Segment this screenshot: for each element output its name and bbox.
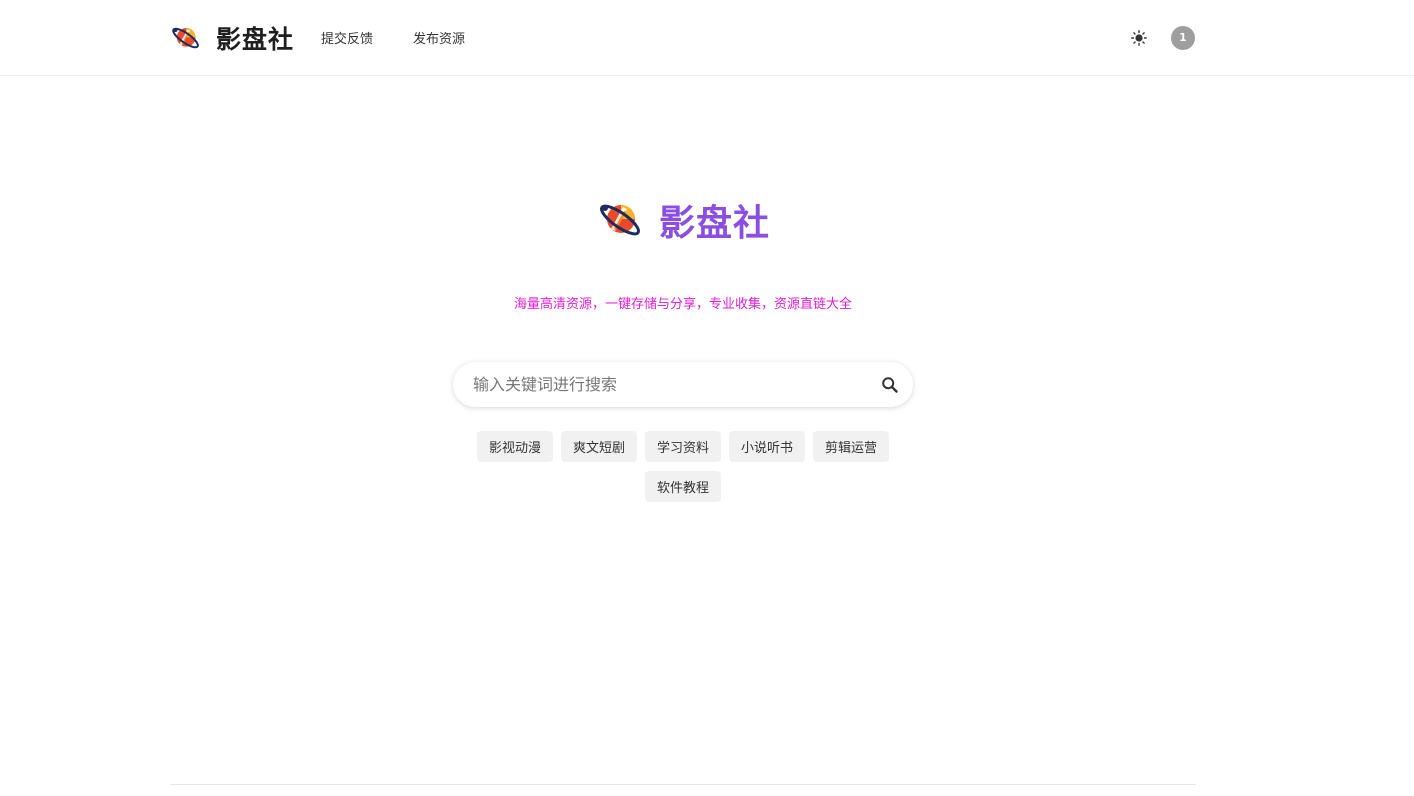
navbar-container: 影盘社 提交反馈 发布资源 1: [170, 0, 1196, 75]
search-button[interactable]: [867, 362, 913, 407]
category-chip-novel-audiobook[interactable]: 小说听书: [729, 431, 806, 462]
hero-title: 影盘社: [659, 203, 771, 244]
hero-brand: 影盘社: [597, 194, 770, 246]
top-navbar: 影盘社 提交反馈 发布资源 1: [0, 0, 1414, 76]
theme-toggle-button[interactable]: [1129, 28, 1149, 48]
sun-icon: [1131, 29, 1147, 46]
search-icon: [882, 376, 898, 393]
search-input[interactable]: [453, 362, 867, 407]
nav-submit-feedback[interactable]: 提交反馈: [321, 28, 373, 47]
planet-logo-icon: [172, 27, 199, 48]
brand-name: 影盘社: [216, 24, 295, 54]
main-nav: 提交反馈 发布资源: [321, 28, 505, 47]
nav-publish-resource[interactable]: 发布资源: [413, 28, 465, 47]
category-chip-editing-operation[interactable]: 剪辑运营: [813, 431, 890, 462]
header-actions: 1: [1129, 25, 1196, 50]
brand-link[interactable]: 影盘社: [170, 20, 294, 56]
search-bar: [453, 362, 913, 407]
category-chip-software-tutorial[interactable]: 软件教程: [644, 471, 721, 502]
category-chip-film-anime[interactable]: 影视动漫: [476, 431, 553, 462]
category-list: 影视动漫 爽文短剧 学习资料 小说听书 剪辑运营 软件教程: [462, 431, 904, 511]
planet-logo-icon: [600, 204, 640, 236]
category-chip-short-drama[interactable]: 爽文短剧: [560, 431, 637, 462]
category-chip-study-material[interactable]: 学习资料: [644, 431, 721, 462]
footer-divider: [170, 784, 1196, 785]
notification-badge[interactable]: 1: [1171, 25, 1195, 50]
hero-tagline: 海量高清资源，一键存储与分享，专业收集，资源直链大全: [513, 297, 852, 312]
